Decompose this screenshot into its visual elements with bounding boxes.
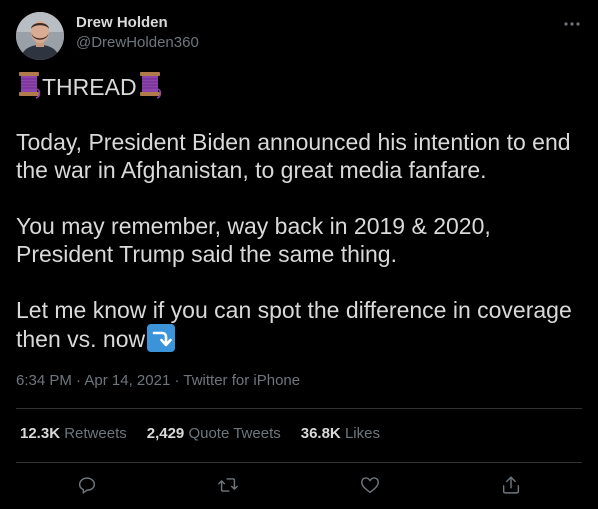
divider <box>16 462 582 463</box>
spool-of-thread-icon <box>137 69 163 105</box>
retweets-count: 12.3K <box>20 425 61 442</box>
reply-button[interactable] <box>74 472 100 498</box>
tweet-paragraph-text: Let me know if you can spot the differen… <box>16 297 572 352</box>
tweet-paragraph: You may remember, way back in 2019 & 202… <box>16 213 491 267</box>
thread-heading: THREAD <box>16 72 584 102</box>
tweet-source[interactable]: Twitter for iPhone <box>183 372 300 389</box>
retweet-button[interactable] <box>215 472 241 498</box>
thread-label: THREAD <box>42 74 137 100</box>
heart-icon <box>361 477 379 494</box>
more-options-button[interactable] <box>560 12 584 36</box>
likes-count: 36.8K <box>300 425 341 442</box>
likes-label: Likes <box>344 425 380 442</box>
tweet-paragraph-last: Let me know if you can spot the differen… <box>16 296 584 353</box>
tweet-time[interactable]: 6:34 PM <box>16 372 72 389</box>
tweet-actions <box>16 470 582 500</box>
likes-stat[interactable]: 36.8K Likes <box>301 424 380 443</box>
avatar[interactable] <box>16 12 64 60</box>
retweets-stat[interactable]: 12.3K Retweets <box>20 424 127 443</box>
tweet-timestamp: 6:34 PM · Apr 14, 2021 · Twitter for iPh… <box>16 371 300 390</box>
quote-tweets-stat[interactable]: 2,429 Quote Tweets <box>147 424 281 443</box>
tweet-author: Drew Holden @DrewHolden360 <box>76 13 199 52</box>
share-button[interactable] <box>498 472 524 498</box>
author-display-name[interactable]: Drew Holden <box>76 13 199 32</box>
reply-icon <box>78 477 96 494</box>
meta-separator: · <box>174 372 180 389</box>
more-horizontal-icon <box>564 22 580 26</box>
quote-tweets-label: Quote Tweets <box>188 425 281 442</box>
like-button[interactable] <box>357 472 383 498</box>
retweet-icon <box>218 478 238 492</box>
spool-of-thread-icon <box>16 69 42 105</box>
tweet-date[interactable]: Apr 14, 2021 <box>84 372 170 389</box>
author-handle[interactable]: @DrewHolden360 <box>76 33 199 52</box>
tweet-text: THREAD Today, President Biden announced … <box>16 72 584 381</box>
divider <box>16 408 582 409</box>
meta-separator: · <box>76 372 82 389</box>
tweet-paragraph: Today, President Biden announced his int… <box>16 129 571 183</box>
tweet-detail: Drew Holden @DrewHolden360 THREAD Today,… <box>0 0 598 509</box>
tweet-stats: 12.3K Retweets 2,429 Quote Tweets 36.8K … <box>20 424 400 443</box>
share-icon <box>502 476 520 494</box>
retweets-label: Retweets <box>64 425 127 442</box>
user-avatar-photo-icon <box>16 12 64 60</box>
right-arrow-curving-down-icon <box>147 324 176 352</box>
quote-tweets-count: 2,429 <box>146 425 185 442</box>
